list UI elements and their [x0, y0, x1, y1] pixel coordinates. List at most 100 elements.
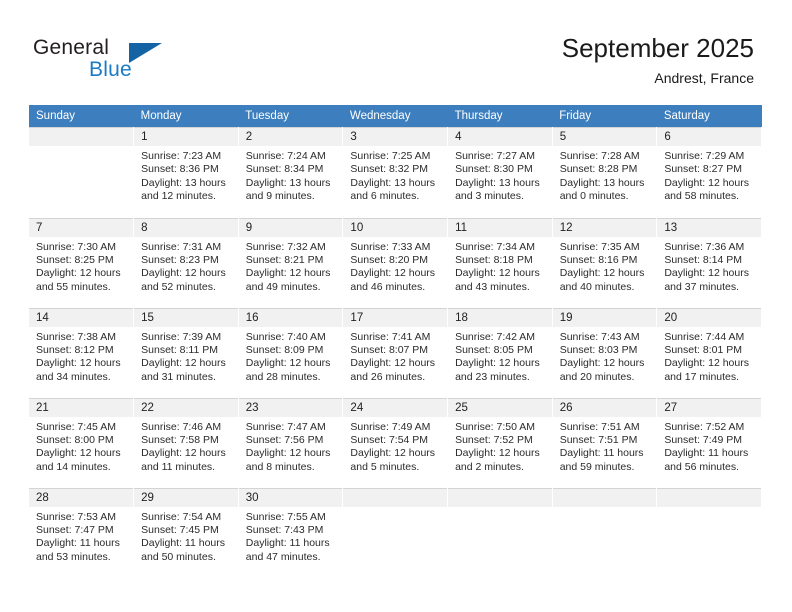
sunset-text: Sunset: 8:34 PM: [245, 163, 324, 176]
day-details: Sunrise: 7:34 AM Sunset: 8:18 PM Daylight:…: [448, 237, 552, 295]
day-number: 29: [134, 488, 238, 507]
calendar-cell-inner: 9 Sunrise: 7:32 AM Sunset: 8:21 PM Daylight…: [238, 217, 343, 307]
sunrise-text: Sunrise: 7:45 AM: [36, 420, 116, 433]
calendar-cell-inner: 22 Sunrise: 7:46 AM Sunset: 7:58 PM Dayligh…: [134, 397, 238, 487]
sunrise-text: Sunrise: 7:50 AM: [455, 420, 536, 433]
day-details: Sunrise: 7:41 AM Sunset: 8:07 PM Daylight:…: [343, 327, 447, 385]
sunset-text: Sunset: 8:36 PM: [141, 163, 219, 176]
day-details: Sunrise: 7:55 AM Sunset: 7:43 PM Daylight:…: [239, 507, 343, 565]
calendar-cell-inner: 21 Sunrise: 7:45 AM Sunset: 8:00 PM Dayligh…: [29, 397, 134, 487]
calendar-cell-inner: 12 Sunrise: 7:35 AM Sunset: 8:16 PM Dayligh…: [552, 217, 657, 307]
daylight-text: Daylight: 12 hours and 46 minutes.: [350, 267, 436, 293]
daylight-text: Daylight: 12 hours and 31 minutes.: [141, 357, 226, 383]
calendar-day-cell[interactable]: 22 Sunrise: 7:46 AM Sunset: 7:58 PM Dayligh…: [133, 397, 239, 488]
calendar-day-cell[interactable]: 25 Sunrise: 7:50 AM Sunset: 7:52 PM Dayligh…: [447, 397, 553, 488]
calendar-cell-inner: 8 Sunrise: 7:31 AM Sunset: 8:23 PM Daylight…: [134, 217, 238, 307]
daylight-text: Daylight: 12 hours and 52 minutes.: [141, 267, 226, 293]
calendar-cell-inner: 28 Sunrise: 7:53 AM Sunset: 7:47 PM Dayligh…: [29, 487, 134, 577]
page-subtitle: Andrest, France: [654, 70, 754, 86]
calendar-day-cell[interactable]: 7 Sunrise: 7:30 AM Sunset: 8:25 PM Daylight…: [29, 217, 135, 308]
sunrise-text: Sunrise: 7:40 AM: [245, 330, 326, 343]
day-details: Sunrise: 7:31 AM Sunset: 8:23 PM Daylight:…: [134, 237, 238, 295]
day-number: 17: [343, 308, 448, 327]
day-number: 23: [238, 398, 343, 417]
calendar-day-cell[interactable]: 19 Sunrise: 7:43 AM Sunset: 8:03 PM Dayligh…: [552, 307, 658, 398]
calendar-day-cell[interactable]: 14 Sunrise: 7:38 AM Sunset: 8:12 PM Dayligh…: [29, 307, 135, 398]
daylight-text: Daylight: 12 hours and 43 minutes.: [455, 267, 540, 293]
day-details: Sunrise: 7:47 AM Sunset: 7:56 PM Daylight:…: [239, 417, 343, 475]
daylight-text: Daylight: 12 hours and 34 minutes.: [36, 357, 121, 383]
calendar-day-cell[interactable]: 3 Sunrise: 7:25 AM Sunset: 8:32 PM Daylight…: [342, 127, 449, 218]
calendar-day-cell[interactable]: 6 Sunrise: 7:29 AM Sunset: 8:27 PM Daylight…: [656, 127, 762, 218]
sunrise-text: Sunrise: 7:36 AM: [664, 240, 745, 253]
calendar-day-cell[interactable]: 29 Sunrise: 7:54 AM Sunset: 7:45 PM Dayligh…: [133, 487, 239, 578]
sunset-text: Sunset: 8:05 PM: [455, 343, 533, 356]
calendar-day-cell[interactable]: 24 Sunrise: 7:49 AM Sunset: 7:54 PM Dayligh…: [342, 397, 449, 488]
calendar-day-cell[interactable]: 18 Sunrise: 7:42 AM Sunset: 8:05 PM Dayligh…: [447, 307, 553, 398]
sunrise-text: Sunrise: 7:38 AM: [36, 330, 116, 343]
day-details: Sunrise: 7:23 AM Sunset: 8:36 PM Daylight:…: [134, 146, 238, 204]
sunrise-text: Sunrise: 7:27 AM: [455, 150, 536, 162]
calendar-cell-inner: 18 Sunrise: 7:42 AM Sunset: 8:05 PM Dayligh…: [448, 307, 552, 397]
calendar-cell-empty: [342, 487, 449, 578]
calendar-day-cell[interactable]: 13 Sunrise: 7:36 AM Sunset: 8:14 PM Dayligh…: [656, 217, 762, 308]
sunset-text: Sunset: 7:45 PM: [141, 523, 219, 536]
day-details: Sunrise: 7:25 AM Sunset: 8:32 PM Daylight:…: [343, 146, 447, 204]
weekday-header-monday: Monday: [133, 105, 239, 127]
general-blue-logo[interactable]: General Blue: [33, 36, 213, 84]
page-header: General Blue September 2025 Andrest, Fra…: [0, 0, 792, 102]
daylight-text: Daylight: 12 hours and 37 minutes.: [664, 267, 749, 293]
sunrise-text: Sunrise: 7:46 AM: [141, 420, 222, 433]
day-number: [552, 488, 657, 507]
day-number: 14: [29, 308, 134, 327]
calendar-day-cell[interactable]: 28 Sunrise: 7:53 AM Sunset: 7:47 PM Dayligh…: [29, 487, 135, 578]
calendar-day-cell[interactable]: 12 Sunrise: 7:35 AM Sunset: 8:16 PM Dayligh…: [552, 217, 658, 308]
calendar-day-cell[interactable]: 11 Sunrise: 7:34 AM Sunset: 8:18 PM Dayligh…: [447, 217, 553, 308]
calendar-day-cell[interactable]: 10 Sunrise: 7:33 AM Sunset: 8:20 PM Dayligh…: [342, 217, 449, 308]
day-number: [343, 488, 448, 507]
calendar-day-cell[interactable]: 15 Sunrise: 7:39 AM Sunset: 8:11 PM Dayligh…: [133, 307, 239, 398]
day-details: Sunrise: 7:53 AM Sunset: 7:47 PM Daylight:…: [29, 507, 133, 565]
day-details: Sunrise: 7:36 AM Sunset: 8:14 PM Daylight:…: [657, 237, 761, 295]
calendar-cell-inner: 7 Sunrise: 7:30 AM Sunset: 8:25 PM Daylight…: [29, 217, 134, 307]
sunrise-text: Sunrise: 7:33 AM: [350, 240, 431, 253]
calendar-day-cell[interactable]: 20 Sunrise: 7:44 AM Sunset: 8:01 PM Dayligh…: [656, 307, 762, 398]
day-number: 12: [552, 218, 657, 237]
sunset-text: Sunset: 8:11 PM: [141, 343, 218, 356]
calendar-cell-inner: 30 Sunrise: 7:55 AM Sunset: 7:43 PM Dayligh…: [238, 487, 343, 577]
day-number: 10: [343, 218, 448, 237]
calendar-cell-inner: 25 Sunrise: 7:50 AM Sunset: 7:52 PM Dayligh…: [448, 397, 552, 487]
weekday-header-friday: Friday: [552, 105, 657, 127]
calendar-cell-inner: 27 Sunrise: 7:52 AM Sunset: 7:49 PM Dayligh…: [657, 397, 761, 487]
calendar-cell-empty: [552, 487, 658, 578]
sunset-text: Sunset: 7:54 PM: [350, 433, 429, 446]
daylight-text: Daylight: 12 hours and 17 minutes.: [664, 357, 749, 383]
calendar-day-cell[interactable]: 26 Sunrise: 7:51 AM Sunset: 7:51 PM Dayligh…: [552, 397, 658, 488]
calendar-day-cell[interactable]: 16 Sunrise: 7:40 AM Sunset: 8:09 PM Dayligh…: [238, 307, 344, 398]
calendar-cell-inner: [448, 487, 552, 577]
calendar-day-cell[interactable]: 23 Sunrise: 7:47 AM Sunset: 7:56 PM Dayligh…: [238, 397, 344, 488]
day-number: 2: [238, 128, 343, 146]
calendar-day-cell[interactable]: 1 Sunrise: 7:23 AM Sunset: 8:36 PM Daylight…: [133, 127, 239, 218]
sunrise-text: Sunrise: 7:31 AM: [141, 240, 222, 253]
calendar-day-cell[interactable]: 17 Sunrise: 7:41 AM Sunset: 8:07 PM Dayligh…: [342, 307, 449, 398]
daylight-text: Daylight: 12 hours and 23 minutes.: [455, 357, 540, 383]
calendar-day-cell[interactable]: 4 Sunrise: 7:27 AM Sunset: 8:30 PM Daylight…: [447, 127, 553, 218]
day-details: Sunrise: 7:35 AM Sunset: 8:16 PM Daylight:…: [553, 237, 657, 295]
daylight-text: Daylight: 12 hours and 2 minutes.: [455, 447, 540, 473]
calendar-day-cell[interactable]: 30 Sunrise: 7:55 AM Sunset: 7:43 PM Dayligh…: [238, 487, 344, 578]
calendar-day-cell[interactable]: 9 Sunrise: 7:32 AM Sunset: 8:21 PM Daylight…: [238, 217, 344, 308]
calendar-week-row: 14 Sunrise: 7:38 AM Sunset: 8:12 PM Dayligh…: [29, 307, 762, 398]
calendar-day-cell[interactable]: 21 Sunrise: 7:45 AM Sunset: 8:00 PM Dayligh…: [29, 397, 135, 488]
day-number: 30: [238, 488, 343, 507]
sunrise-text: Sunrise: 7:34 AM: [455, 240, 536, 253]
day-number: 28: [29, 488, 134, 507]
calendar-day-cell[interactable]: 8 Sunrise: 7:31 AM Sunset: 8:23 PM Daylight…: [133, 217, 239, 308]
day-number: 3: [343, 128, 448, 146]
sunrise-text: Sunrise: 7:43 AM: [559, 330, 640, 343]
calendar-day-cell[interactable]: 27 Sunrise: 7:52 AM Sunset: 7:49 PM Dayligh…: [656, 397, 762, 488]
sunset-text: Sunset: 7:52 PM: [455, 433, 533, 446]
calendar-day-cell[interactable]: 5 Sunrise: 7:28 AM Sunset: 8:28 PM Daylight…: [552, 127, 658, 218]
calendar-day-cell[interactable]: 2 Sunrise: 7:24 AM Sunset: 8:34 PM Daylight…: [238, 127, 344, 218]
day-number: 25: [448, 398, 552, 417]
